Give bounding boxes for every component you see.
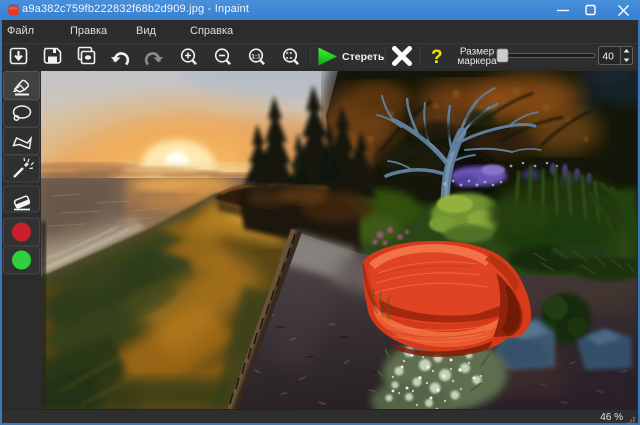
svg-text:маркера: маркера — [457, 56, 497, 67]
svg-text:Стереть: Стереть — [342, 51, 385, 63]
svg-text:?: ? — [431, 47, 443, 67]
svg-text:1:1: 1:1 — [251, 53, 261, 60]
svg-text:40: 40 — [602, 51, 614, 63]
